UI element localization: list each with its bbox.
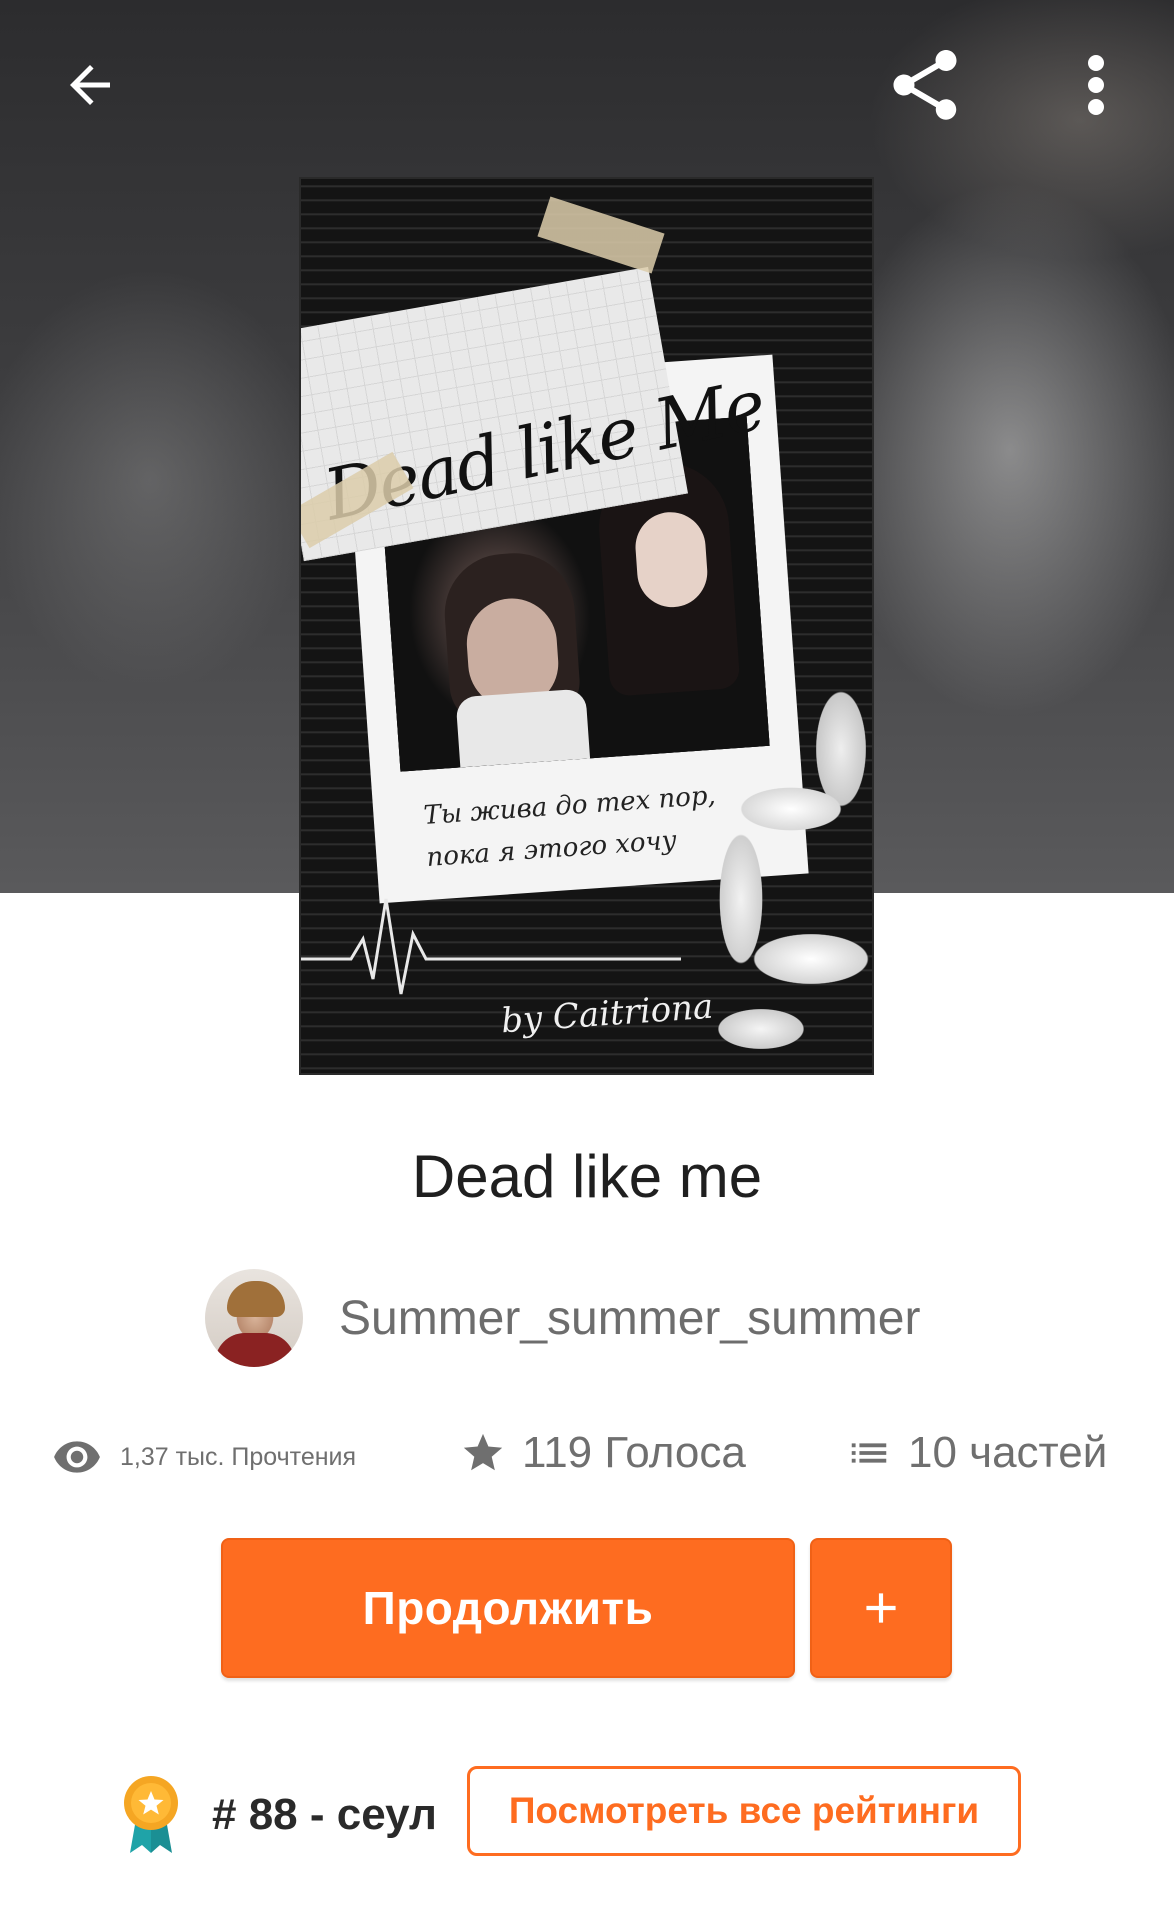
ranking-row: # 88 - сеул [120,1770,437,1860]
story-stats: 1,37 тыс. Прочтения 119 Голоса 10 частей [0,1420,1174,1500]
more-vertical-icon [1088,55,1104,115]
top-toolbar [0,0,1174,170]
votes-stat: 119 Голоса [460,1428,746,1478]
reads-count: 1,37 тыс. Прочтения [120,1442,357,1471]
award-badge-icon [124,1776,178,1853]
votes-count: 119 Голоса [522,1428,746,1477]
add-to-library-button[interactable] [810,1538,952,1678]
reads-stat: 1,37 тыс. Прочтения [52,1432,356,1482]
rank-label: # 88 - сеул [212,1790,437,1839]
more-options-button[interactable] [1060,45,1132,125]
continue-reading-button[interactable]: Продолжить [221,1538,795,1678]
author-name[interactable]: Summer_summer_summer [339,1291,920,1346]
arrow-left-icon [70,65,110,105]
story-title: Dead like me [411,1143,763,1210]
view-all-rankings-button[interactable]: Посмотреть все рейтинги [467,1766,1021,1856]
heartbeat-line-icon [301,898,681,995]
share-button[interactable] [880,40,970,130]
star-icon [463,1433,503,1471]
parts-count: 10 частей [908,1428,1108,1477]
share-icon [893,50,957,120]
list-icon [851,1443,887,1463]
back-button[interactable] [50,45,130,125]
plus-icon [866,1593,896,1623]
parts-stat[interactable]: 10 частей [846,1428,1107,1478]
book-cover[interactable]: Ты жива до тех пор, пока я этого хочу De… [299,177,874,1075]
eye-icon [54,1441,100,1473]
author-row[interactable]: Summer_summer_summer [205,1268,920,1368]
author-avatar[interactable] [205,1269,303,1367]
